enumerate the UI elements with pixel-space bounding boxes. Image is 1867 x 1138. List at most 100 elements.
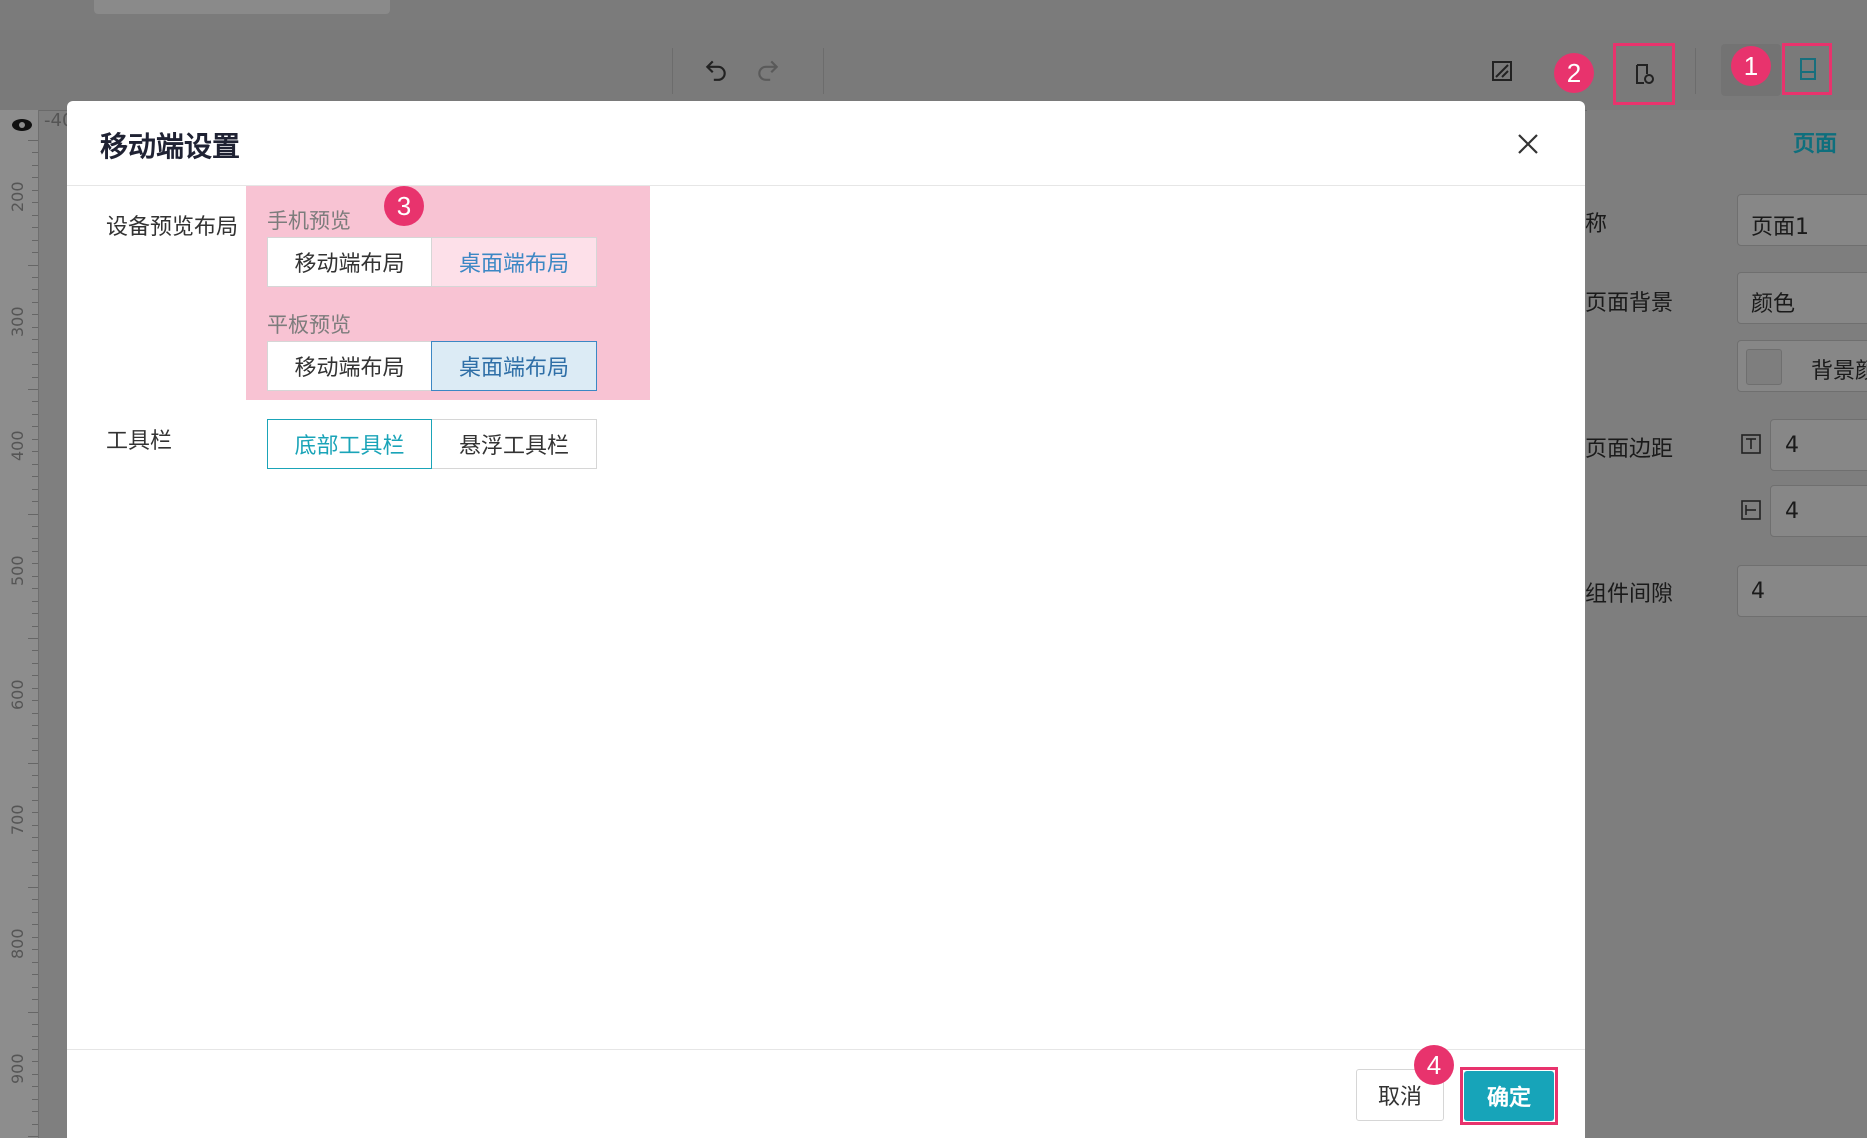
tablet-desktop-layout-option[interactable]: 桌面端布局 [431, 341, 597, 391]
phone-mobile-layout-option[interactable]: 移动端布局 [267, 237, 432, 287]
phone-icon [1792, 53, 1824, 85]
name-label: 称 [1585, 212, 1608, 237]
ruler-label: 900 [8, 1053, 27, 1084]
ruler-tick [32, 501, 38, 503]
ruler-tick [32, 575, 38, 577]
component-gap-value: 4 [1751, 579, 1765, 604]
ruler-tick [28, 638, 38, 639]
ruler-tick [32, 899, 38, 901]
tab-page[interactable]: 页面 [1793, 126, 1837, 158]
ruler-tick [32, 339, 38, 341]
ruler-tick [32, 227, 38, 229]
ruler-tick [32, 538, 38, 540]
ruler-tick [32, 700, 38, 702]
ruler-tick [32, 799, 38, 801]
ok-button[interactable]: 确定 [1464, 1071, 1554, 1121]
mobile-settings-dialog: 移动端设置 设备预览布局 手机预览 3 移动端布局 桌面端布局 平板预览 移动端… [67, 101, 1585, 1138]
ruler-tick [32, 812, 38, 814]
ruler-tick [32, 152, 38, 154]
ruler-tick [32, 376, 38, 378]
ruler-tick [32, 949, 38, 951]
ruler-tick [28, 1011, 38, 1013]
ruler-tick [32, 364, 38, 366]
ruler-tick [32, 874, 38, 876]
phone-preview-label: 手机预览 [267, 209, 351, 233]
ruler-tick [32, 750, 38, 752]
annotation-badge-1: 1 [1731, 46, 1771, 86]
ruler-label: 300 [8, 306, 27, 337]
toolbar-divider [1695, 48, 1696, 94]
margin-left-icon [1739, 498, 1763, 522]
ruler-tick [32, 563, 38, 565]
annotation-badge-2: 2 [1554, 53, 1594, 93]
ruler-tick [32, 675, 38, 677]
ruler-tick [32, 301, 38, 303]
close-icon[interactable] [1513, 129, 1543, 159]
ruler-tick [32, 239, 38, 241]
bg-color-label: 背景颜 [1811, 359, 1867, 384]
floating-toolbar-option[interactable]: 悬浮工具栏 [431, 419, 597, 469]
phone-layout-segment: 移动端布局 桌面端布局 [267, 237, 597, 287]
color-swatch[interactable] [1746, 349, 1782, 385]
toolbar-segment: 底部工具栏 悬浮工具栏 [267, 419, 597, 469]
ruler-tick [32, 712, 38, 714]
page-margin-label: 页面边距 [1585, 437, 1674, 462]
ruler-label: 400 [8, 430, 27, 461]
ruler-tick [32, 326, 38, 328]
ruler-tick [32, 613, 38, 615]
margin-top-value: 4 [1785, 433, 1799, 458]
ruler-tick [32, 476, 38, 478]
ruler-tick [32, 550, 38, 552]
mobile-settings-icon [1628, 58, 1660, 90]
ruler-tick [32, 837, 38, 839]
ruler-tick [32, 961, 38, 963]
ruler-tick [32, 999, 38, 1001]
tablet-layout-segment: 移动端布局 桌面端布局 [267, 341, 597, 391]
ruler-label: 600 [8, 679, 27, 710]
ruler-tick [32, 438, 38, 440]
bg-type-value: 颜色 [1751, 292, 1796, 317]
redo-icon[interactable] [752, 53, 784, 85]
ruler-tick [32, 214, 38, 216]
ruler-label: 500 [8, 555, 27, 586]
properties-panel [1587, 110, 1867, 1138]
ruler-tick [32, 463, 38, 465]
ruler-tick [32, 1023, 38, 1025]
ruler-tick [28, 264, 38, 266]
preview-icon[interactable] [1486, 55, 1518, 87]
undo-icon[interactable] [700, 53, 732, 85]
dialog-footer-divider [67, 1049, 1585, 1050]
ruler-tick [32, 1073, 38, 1075]
ruler-tick [32, 625, 38, 627]
ruler-tick [32, 650, 38, 652]
annotation-badge-3: 3 [384, 186, 424, 226]
ruler-tick [32, 1098, 38, 1100]
tablet-mobile-layout-option[interactable]: 移动端布局 [267, 341, 432, 391]
ruler-tick [28, 1136, 38, 1137]
device-layout-label: 设备预览布局 [106, 215, 239, 240]
bottom-toolbar-option[interactable]: 底部工具栏 [267, 419, 432, 469]
ruler-tick [32, 252, 38, 254]
phone-desktop-layout-option[interactable]: 桌面端布局 [431, 237, 597, 287]
dialog-title: 移动端设置 [100, 130, 241, 163]
ruler-tick [32, 202, 38, 204]
ruler-tick [32, 1086, 38, 1088]
ruler-tick [32, 600, 38, 602]
eye-icon[interactable] [10, 113, 34, 137]
ruler-tick [32, 488, 38, 490]
toolbar-divider [672, 48, 673, 94]
ruler-tick [32, 774, 38, 776]
page-name-value: 页面1 [1751, 215, 1809, 240]
ruler-tick [32, 849, 38, 851]
ruler-tick [32, 1061, 38, 1063]
ruler-tick [32, 164, 38, 166]
ruler-tick [32, 351, 38, 353]
vertical-ruler [0, 110, 39, 1138]
ruler-tick [32, 1036, 38, 1038]
ruler-tick [32, 401, 38, 403]
ruler-tick [32, 314, 38, 316]
file-tab[interactable] [94, 0, 390, 14]
ruler-tick [32, 426, 38, 428]
ruler-tick [32, 662, 38, 664]
margin-top-icon [1739, 432, 1763, 456]
